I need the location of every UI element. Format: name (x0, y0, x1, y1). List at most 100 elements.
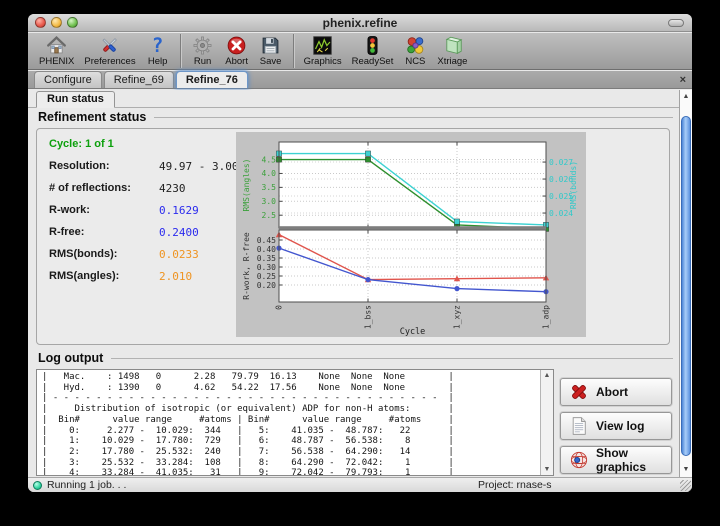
stat-value: 0.1629 (159, 204, 199, 217)
toolbar-button-xtriage[interactable]: Xtriage (432, 34, 472, 68)
stat-row: # of reflections:4230 (49, 182, 131, 196)
stat-label: RMS(angles): (49, 270, 119, 282)
toolbar-button-readyset[interactable]: ReadySet (347, 34, 399, 68)
toolbar-button-label: PHENIX (39, 56, 74, 67)
svg-text:R-work, R-free: R-work, R-free (242, 232, 251, 300)
phenix-refine-window: phenix.refine PHENIXPreferences?HelpRunA… (28, 14, 692, 492)
svg-text:1_xyz: 1_xyz (453, 305, 462, 329)
scroll-up-icon[interactable]: ▲ (680, 93, 692, 100)
svg-text:3.5: 3.5 (262, 183, 277, 192)
cycle-indicator: Cycle: 1 of 1 (49, 138, 114, 152)
stat-row: RMS(angles):2.010 (49, 270, 119, 284)
phenix-home-icon (45, 35, 69, 56)
tab-refine_69[interactable]: Refine_69 (104, 71, 174, 88)
scroll-down-icon[interactable]: ▼ (680, 466, 692, 473)
toolbar-button-preferences[interactable]: Preferences (79, 34, 140, 68)
svg-text:RMS(angles): RMS(angles) (242, 159, 251, 212)
subtab-row: Run status (28, 92, 679, 108)
tab-strip: ConfigureRefine_69Refine_76 × (28, 71, 692, 89)
log-output-heading: Log output (38, 351, 673, 365)
view-log-button[interactable]: View log (560, 412, 672, 440)
status-bar: Running 1 job. . . Project: rnase-s (28, 477, 692, 492)
log-scroll-up-icon[interactable]: ▲ (541, 372, 553, 379)
svg-text:1_adp: 1_adp (542, 305, 551, 329)
toolbar-button-label: Save (260, 56, 282, 67)
svg-text:0: 0 (275, 305, 284, 310)
stat-label: Resolution: (49, 160, 110, 172)
abort-button[interactable]: Abort (560, 378, 672, 406)
show-graphics-icon (569, 450, 589, 470)
svg-text:0.25: 0.25 (257, 272, 276, 281)
running-status-icon (33, 481, 42, 490)
svg-text:3.0: 3.0 (262, 197, 277, 206)
abort-x-icon (569, 382, 589, 402)
graphics-icon (311, 35, 335, 56)
save-icon (259, 35, 283, 56)
tab-configure[interactable]: Configure (34, 71, 102, 88)
button-label: View log (596, 419, 644, 433)
log-scroll-down-icon[interactable]: ▼ (541, 466, 553, 473)
title-bar[interactable]: phenix.refine (28, 14, 692, 32)
toolbar-separator (293, 34, 294, 68)
stat-value: 2.010 (159, 270, 192, 283)
toolbar-button-help[interactable]: ?Help (141, 34, 175, 68)
stat-row: R-work:0.1629 (49, 204, 90, 218)
run-status-page: Run status Refinement status Cycle: 1 of… (28, 90, 692, 477)
main-scrollbar[interactable]: ▲ ▼ (679, 90, 692, 477)
scroll-content: Run status Refinement status Cycle: 1 of… (28, 90, 679, 477)
svg-text:0.024: 0.024 (549, 209, 573, 218)
show-graphics-button[interactable]: Show graphics (560, 446, 672, 474)
svg-text:1_bss: 1_bss (364, 305, 373, 329)
toolbar-button-abort[interactable]: Abort (220, 34, 254, 68)
toolbar-button-run[interactable]: Run (186, 34, 220, 68)
toolbar-button-save[interactable]: Save (254, 34, 288, 68)
xtriage-icon (440, 35, 464, 56)
toolbar-button-graphics[interactable]: Graphics (299, 34, 347, 68)
running-status-text: Running 1 job. . . (47, 479, 126, 491)
svg-text:0.20: 0.20 (257, 281, 276, 290)
log-output-box[interactable]: | Mac. : 1498 0 2.28 79.79 16.13 None No… (36, 369, 554, 476)
toolbar-button-label: Graphics (304, 56, 342, 67)
svg-text:0.45: 0.45 (257, 236, 276, 245)
svg-text:0.30: 0.30 (257, 263, 276, 272)
refinement-chart: 2.53.03.54.04.50.0240.0250.0260.027RMS(b… (236, 132, 586, 337)
toolbar-button-label: ReadySet (352, 56, 394, 67)
stat-value: 0.0233 (159, 248, 199, 261)
stat-label: R-work: (49, 204, 90, 216)
stat-row: Resolution:49.97 - 3.00 (49, 160, 110, 174)
tab-refine_76[interactable]: Refine_76 (176, 71, 248, 88)
toolbar: PHENIX Preferences ?Help RunAbort Save Graphi… (28, 33, 692, 70)
project-label: Project: rnase-s (478, 479, 552, 491)
refinement-status-panel: Cycle: 1 of 1Resolution:49.97 - 3.00# of… (36, 128, 670, 345)
stat-value: 4230 (159, 182, 186, 195)
close-tab-icon[interactable]: × (680, 73, 686, 87)
toolbar-button-label: Preferences (84, 56, 135, 67)
scrollbar-thumb[interactable] (681, 116, 691, 456)
ncs-icon (403, 35, 427, 56)
svg-text:0.35: 0.35 (257, 254, 276, 263)
refinement-status-heading: Refinement status (38, 110, 673, 124)
toolbar-toggle-pill-button[interactable] (668, 19, 684, 27)
log-scrollbar[interactable]: ▲ ▼ (540, 370, 553, 475)
stat-row: R-free:0.2400 (49, 226, 84, 240)
stat-label: R-free: (49, 226, 84, 238)
toolbar-button-label: Xtriage (437, 56, 467, 67)
button-label: Abort (596, 385, 628, 399)
svg-text:RMS(bonds): RMS(bonds) (569, 161, 578, 209)
toolbar-separator (180, 34, 181, 68)
svg-text:4.5: 4.5 (262, 155, 277, 164)
toolbar-button-label: Help (148, 56, 168, 67)
toolbar-button-phenix[interactable]: PHENIX (34, 34, 79, 68)
abort-icon (225, 35, 249, 56)
toolbar-button-ncs[interactable]: NCS (398, 34, 432, 68)
tab-run-status[interactable]: Run status (36, 91, 115, 108)
toolbar-button-label: NCS (405, 56, 425, 67)
svg-text:2.5: 2.5 (262, 211, 277, 220)
log-text: | Mac. : 1498 0 2.28 79.79 16.13 None No… (42, 372, 539, 475)
stat-label: RMS(bonds): (49, 248, 117, 260)
chart-panel: 2.53.03.54.04.50.0240.0250.0260.027RMS(b… (236, 132, 586, 337)
resize-grip[interactable] (680, 480, 691, 491)
run-gear-icon (191, 35, 215, 56)
readyset-icon (360, 35, 384, 56)
stat-value: 49.97 - 3.00 (159, 160, 238, 173)
